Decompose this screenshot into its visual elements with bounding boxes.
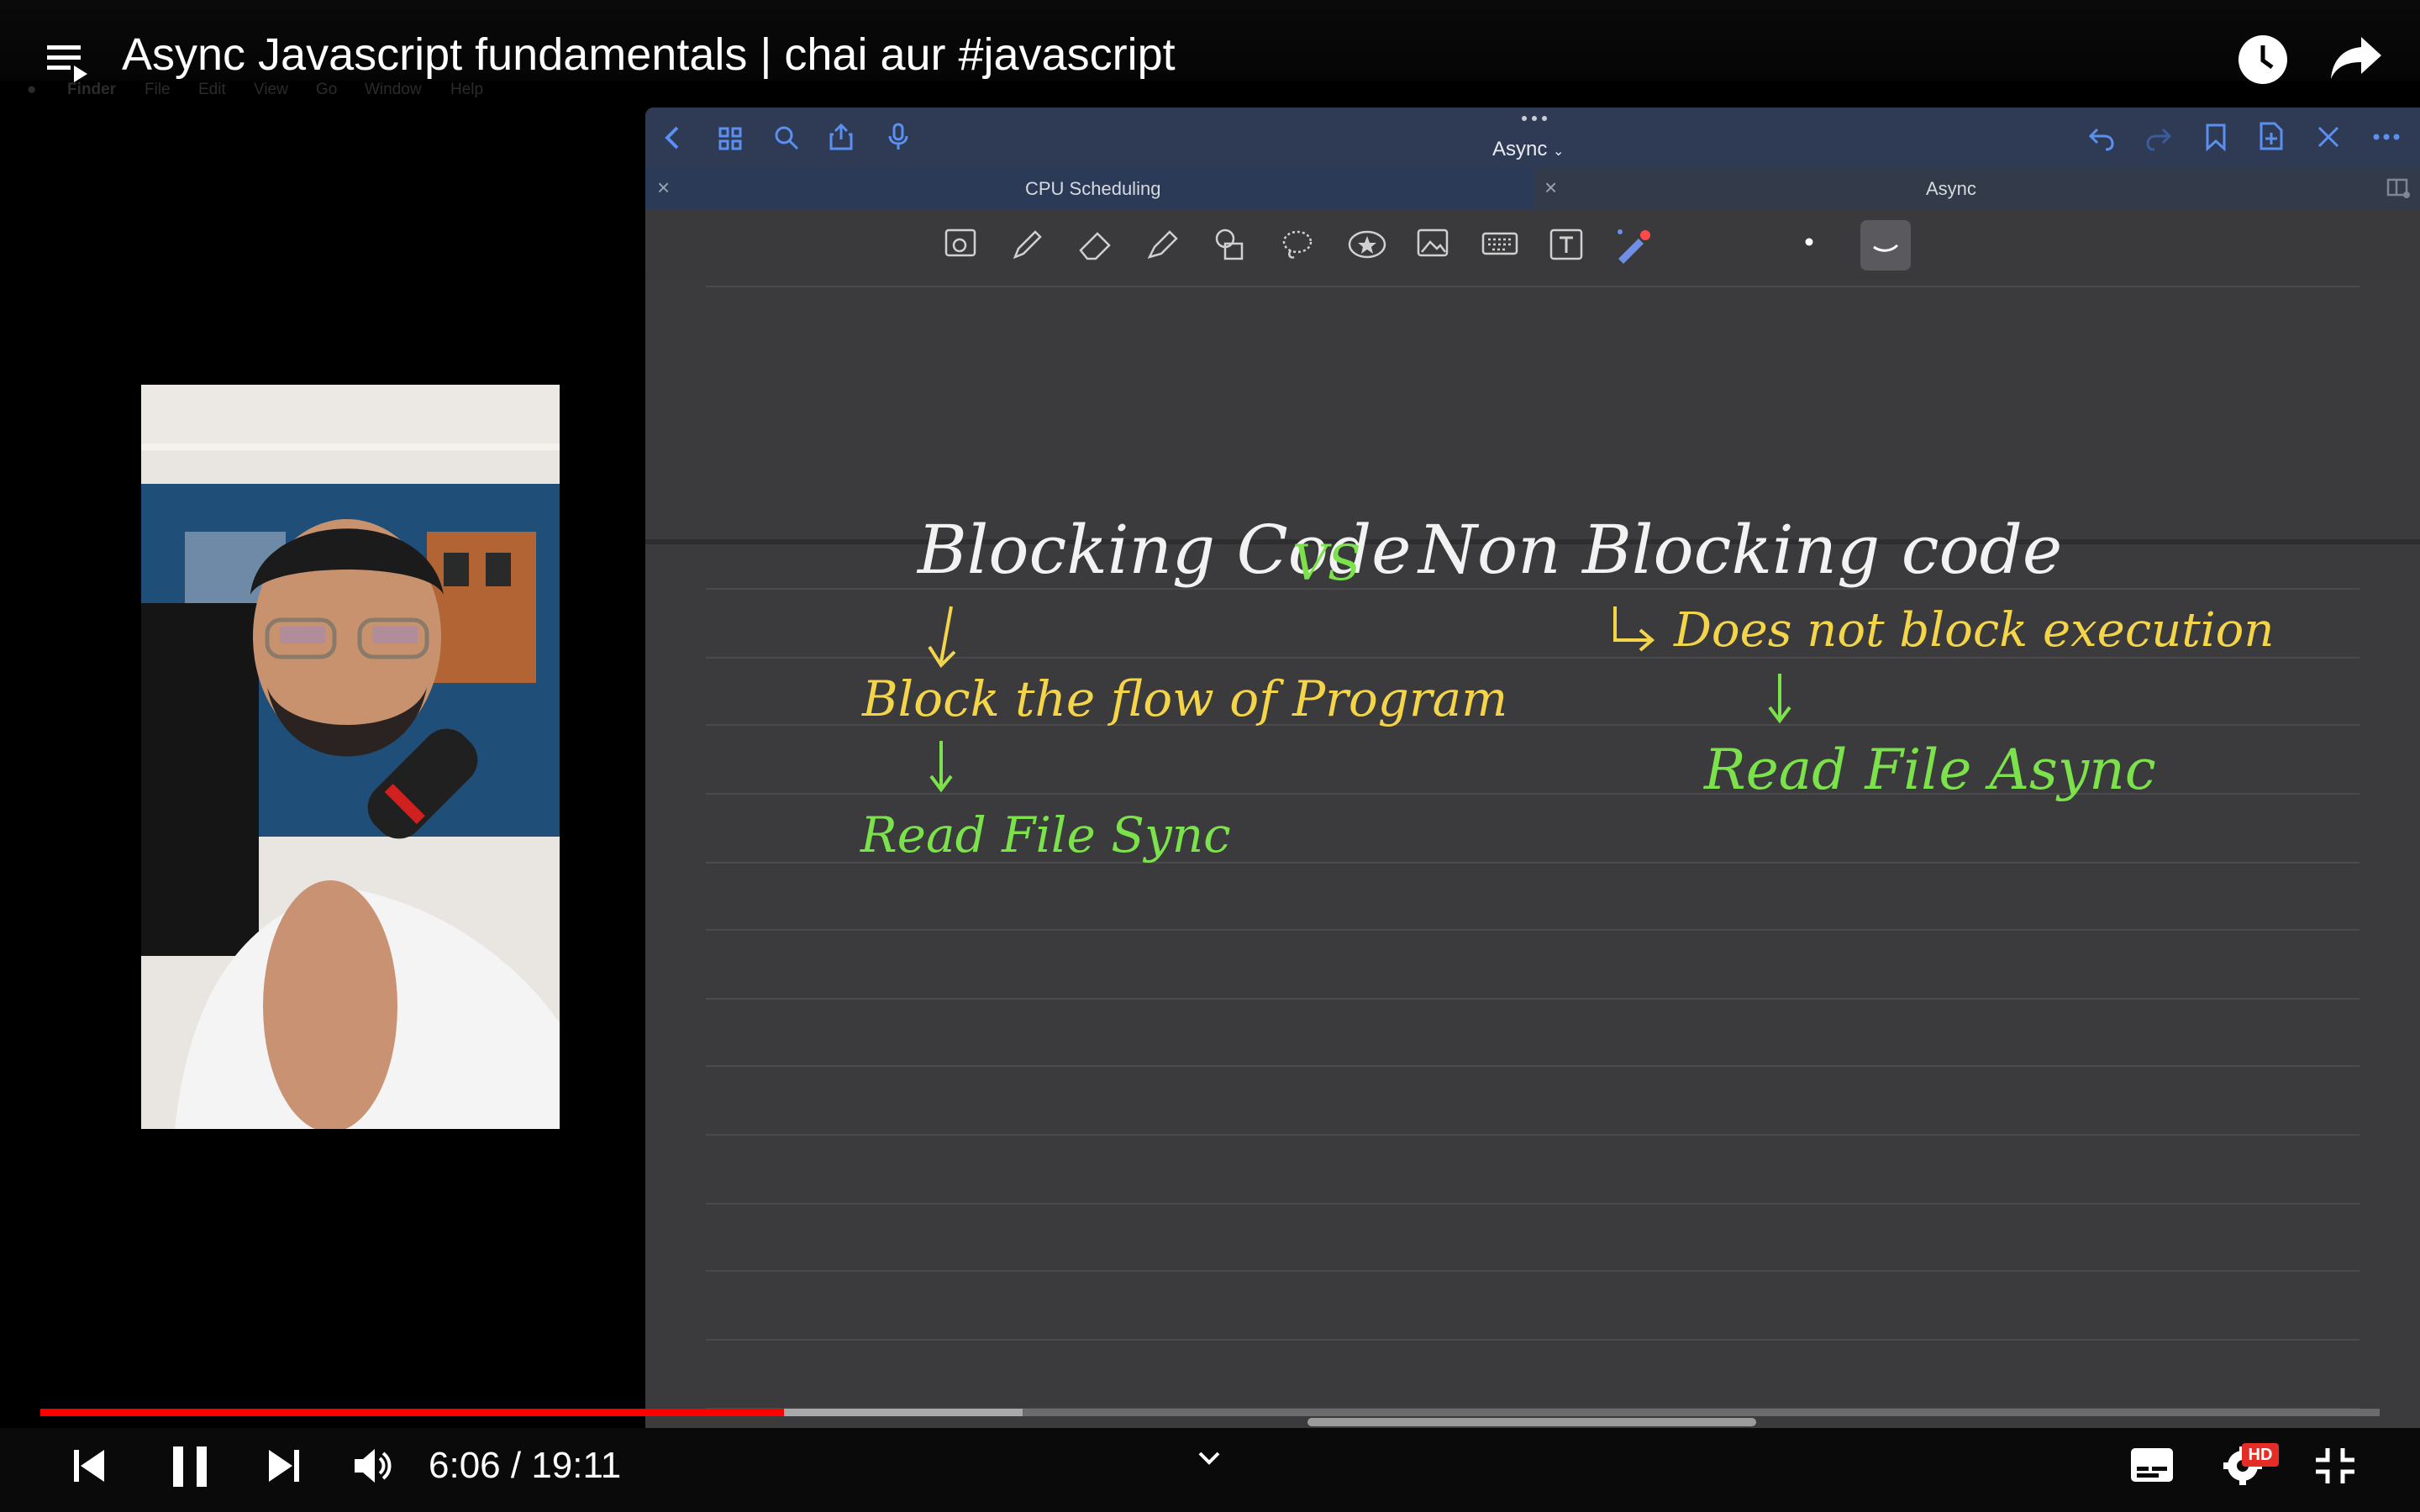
- lasso-icon[interactable]: [1279, 227, 1316, 262]
- note-heading-vs: VS: [1292, 534, 1361, 591]
- eraser-icon[interactable]: [1077, 227, 1114, 262]
- page-rule-line: [706, 1134, 2360, 1136]
- stroke-style-button[interactable]: [1860, 220, 1911, 270]
- elements-star-icon[interactable]: [1346, 227, 1388, 262]
- arrow-down-icon: [1763, 670, 1797, 729]
- text-box-icon[interactable]: [1548, 227, 1585, 262]
- note-page[interactable]: Blocking Code VS Non Blocking code Block…: [645, 511, 2420, 1433]
- tab-label: CPU Scheduling: [1025, 178, 1161, 199]
- previous-page-area: [645, 279, 2420, 544]
- mac-menu-window: Window: [365, 81, 422, 98]
- next-video-icon[interactable]: [267, 1448, 301, 1483]
- time-display: 6:06 / 19:11: [429, 1445, 621, 1487]
- page-rule-line: [706, 1339, 2360, 1341]
- share-export-icon[interactable]: [829, 123, 854, 151]
- pause-icon[interactable]: [171, 1445, 208, 1488]
- share-icon[interactable]: [2329, 34, 2383, 82]
- apple-icon: ●: [27, 81, 37, 98]
- bookmark-icon[interactable]: [2205, 123, 2227, 151]
- scroll-indicator[interactable]: [1307, 1418, 1756, 1426]
- tab-async[interactable]: × Async: [1534, 168, 2420, 210]
- played-progress: [40, 1409, 785, 1416]
- highlighter-icon[interactable]: [1144, 227, 1181, 262]
- webcam-video: [141, 385, 560, 1129]
- page-rule-line: [706, 286, 2360, 287]
- document-title[interactable]: Async ⌄: [1492, 138, 1564, 161]
- laser-pointer-icon[interactable]: [1613, 227, 1654, 264]
- watch-later-icon[interactable]: [2237, 34, 2289, 86]
- keyboard-icon[interactable]: [1481, 227, 1519, 260]
- page-rule-line: [706, 929, 2360, 931]
- tab-cpu-scheduling[interactable]: × CPU Scheduling: [645, 168, 1534, 210]
- note-blocking-description: Block the flow of Program: [862, 670, 1508, 727]
- video-title[interactable]: Async Javascript fundamentals | chai aur…: [122, 29, 1176, 81]
- page-rule-line: [706, 998, 2360, 1000]
- volume-icon[interactable]: [353, 1446, 395, 1485]
- redo-icon[interactable]: [2144, 124, 2173, 151]
- time-separator: /: [500, 1445, 532, 1486]
- arrow-hook-icon: [1608, 603, 1659, 662]
- mac-menu-finder: Finder: [67, 81, 117, 98]
- tab-close-icon[interactable]: ×: [657, 175, 670, 201]
- exit-fullscreen-icon[interactable]: [2314, 1446, 2356, 1485]
- drawing-toolbar: [645, 210, 2420, 280]
- chevron-down-icon: ⌄: [1553, 144, 1565, 159]
- mac-menu-go: Go: [316, 81, 338, 98]
- app-title-bar: Async ⌄: [645, 108, 2420, 168]
- lasso-image-icon[interactable]: [943, 227, 978, 260]
- document-title-text: Async: [1492, 138, 1548, 160]
- mac-menu-bar: ● Finder File Edit View Go Window Help: [0, 81, 2420, 102]
- page-rule-line: [706, 1270, 2360, 1272]
- mac-menu-help: Help: [450, 81, 484, 98]
- tab-label: Async: [1926, 178, 1976, 199]
- add-page-icon[interactable]: [2259, 121, 2284, 151]
- more-options-icon[interactable]: [2371, 133, 2402, 141]
- previous-video-icon[interactable]: [72, 1448, 106, 1483]
- back-chevron-icon[interactable]: [660, 124, 686, 151]
- playlist-menu-icon[interactable]: [44, 40, 91, 84]
- note-non-blocking-example: Read File Async: [1704, 738, 2156, 802]
- grid-view-icon[interactable]: [718, 126, 743, 151]
- pen-size-dot-icon[interactable]: [1802, 235, 1816, 249]
- search-icon[interactable]: [773, 124, 800, 151]
- mac-menu-file: File: [145, 81, 171, 98]
- notes-app-window: Async ⌄ × CPU Scheduling × Async Blockin…: [645, 108, 2420, 1433]
- undo-icon[interactable]: [2087, 124, 2116, 151]
- arrow-down-icon: [923, 603, 965, 675]
- shapes-icon[interactable]: [1212, 227, 1249, 262]
- time-total: 19:11: [531, 1445, 622, 1486]
- image-icon[interactable]: [1415, 227, 1450, 260]
- more-dots-icon[interactable]: [1519, 114, 1549, 123]
- hd-badge: HD: [2242, 1443, 2279, 1467]
- close-icon[interactable]: [2316, 124, 2341, 150]
- tab-close-icon[interactable]: ×: [1544, 175, 1557, 201]
- pen-icon[interactable]: [1010, 227, 1045, 262]
- subtitles-icon[interactable]: [2129, 1446, 2175, 1483]
- time-current: 6:06: [429, 1445, 501, 1486]
- note-non-blocking-description: Does not block execution: [1674, 603, 2275, 658]
- mac-menu-edit: Edit: [198, 81, 226, 98]
- note-blocking-example: Read File Sync: [860, 806, 1231, 864]
- microphone-icon[interactable]: [887, 123, 909, 151]
- page-rule-line: [706, 1065, 2360, 1067]
- page-rule-line: [706, 1203, 2360, 1205]
- split-view-icon[interactable]: [2386, 178, 2410, 198]
- note-heading-non-blocking: Non Blocking code: [1418, 511, 2063, 589]
- mac-menu-view: View: [254, 81, 288, 98]
- arrow-down-icon: [924, 738, 958, 796]
- chevron-down-icon[interactable]: [1197, 1450, 1222, 1467]
- document-tabs: × CPU Scheduling × Async: [645, 168, 2420, 210]
